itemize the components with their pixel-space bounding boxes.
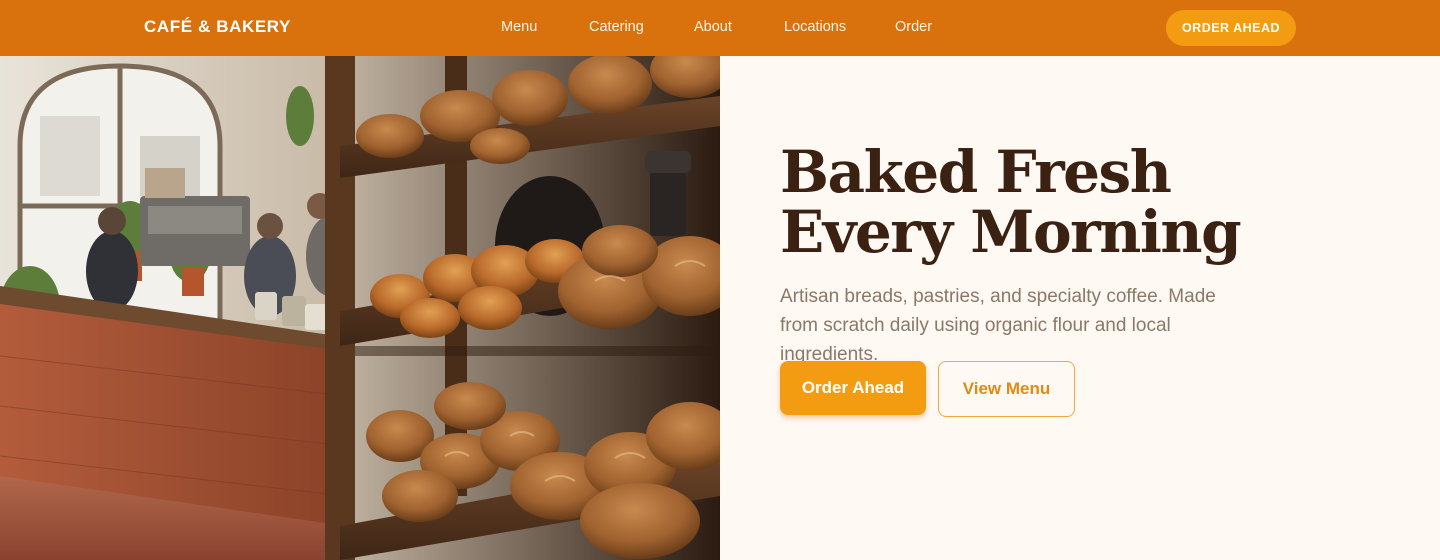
order-ahead-nav-button[interactable]: ORDER AHEAD bbox=[1166, 10, 1296, 46]
hero-title: Baked Fresh Every Morning bbox=[780, 138, 1242, 266]
bakery-hero-image bbox=[0, 56, 720, 560]
view-menu-button[interactable]: View Menu bbox=[938, 361, 1075, 417]
nav-link-locations[interactable]: Locations bbox=[784, 19, 846, 35]
nav-link-menu[interactable]: Menu bbox=[501, 19, 537, 35]
nav-link-order[interactable]: Order bbox=[895, 19, 932, 35]
hero-subtitle: Artisan breads, pastries, and specialty … bbox=[780, 286, 1216, 365]
hero-section: Baked Fresh Every Morning Artisan breads… bbox=[780, 56, 1380, 560]
nav-link-catering[interactable]: Catering bbox=[589, 19, 644, 35]
nav-link-about[interactable]: About bbox=[694, 19, 732, 35]
bakery-illustration bbox=[0, 56, 720, 560]
order-ahead-button[interactable]: Order Ahead bbox=[780, 361, 926, 415]
top-nav: CAFÉ & BAKERY Menu Catering About Locati… bbox=[0, 0, 1440, 56]
